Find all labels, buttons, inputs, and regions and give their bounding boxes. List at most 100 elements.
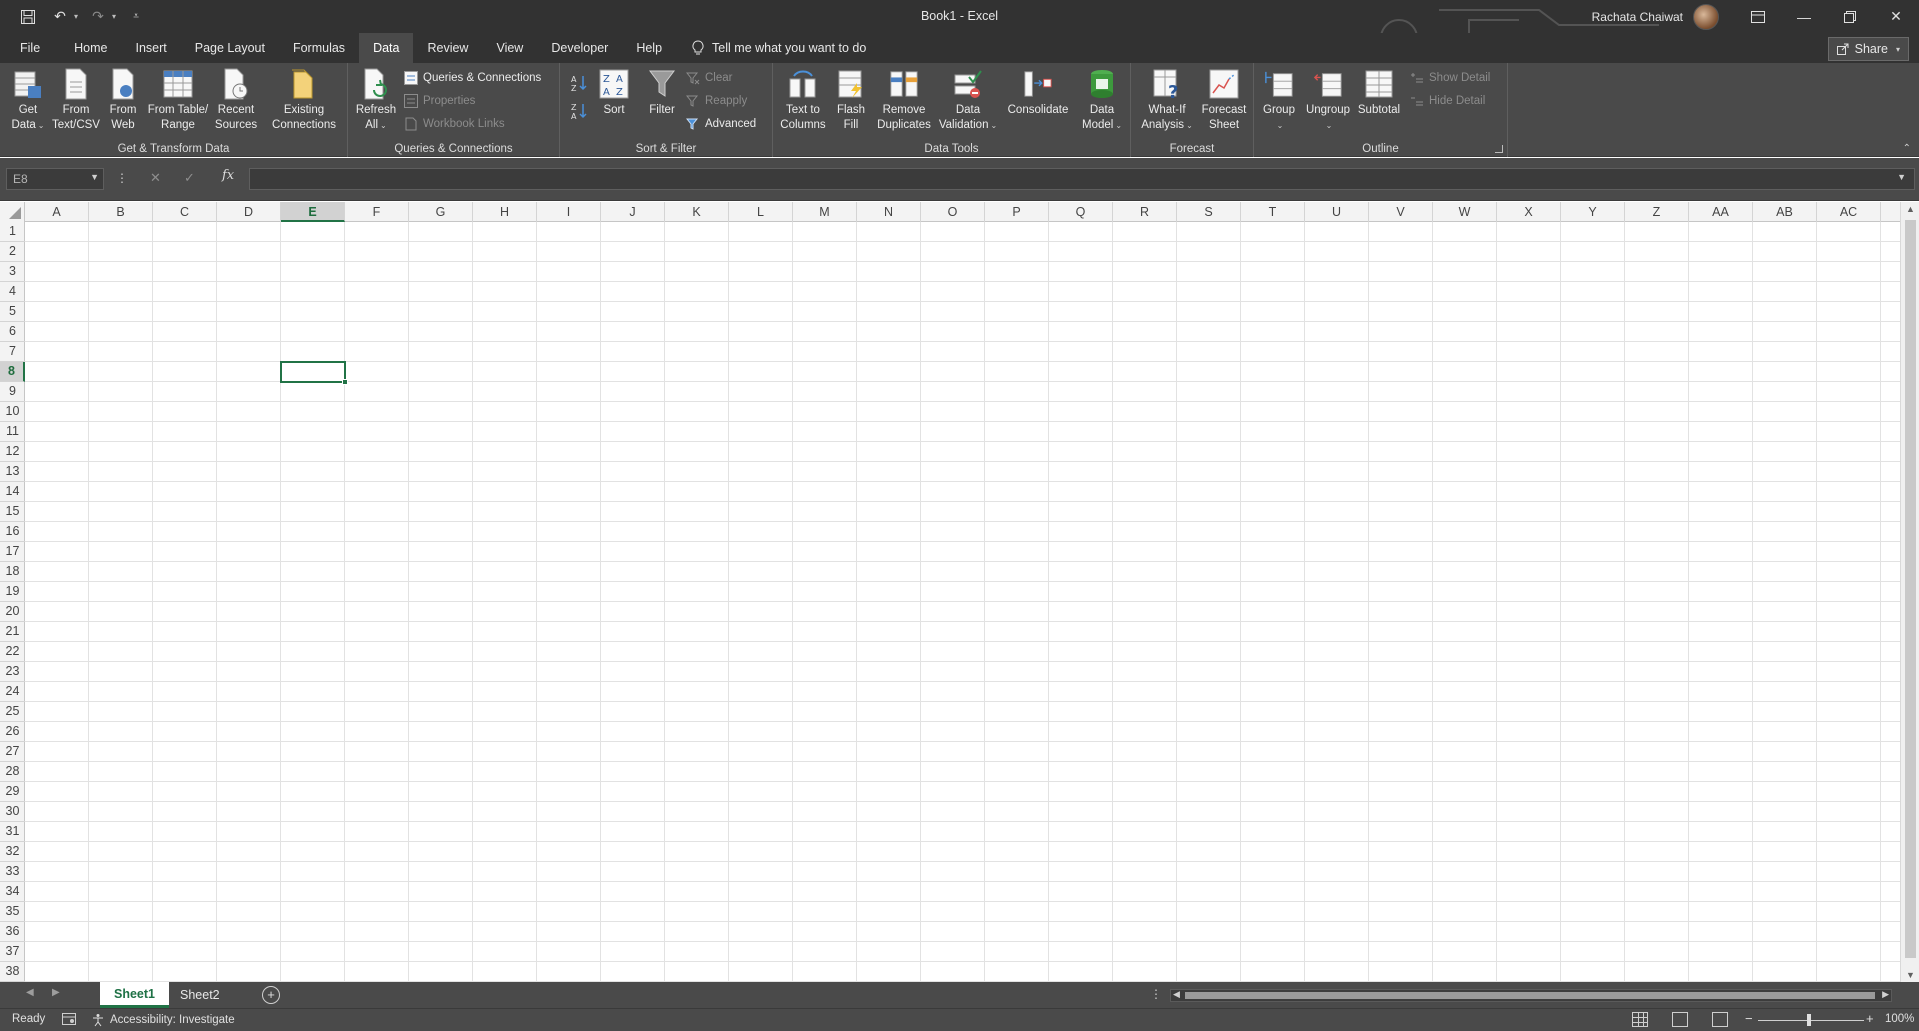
formula-input[interactable]: ▼ <box>249 168 1915 190</box>
row-header[interactable]: 5 <box>0 302 25 322</box>
column-header[interactable]: F <box>345 202 409 222</box>
collapse-ribbon-icon[interactable]: ⌃ <box>1903 143 1911 154</box>
normal-view-icon[interactable] <box>1632 1012 1648 1027</box>
scroll-up-icon[interactable]: ▲ <box>1906 204 1915 214</box>
row-header[interactable]: 1 <box>0 222 25 242</box>
row-header[interactable]: 17 <box>0 542 25 562</box>
text-to-columns-button[interactable]: Text to Columns <box>777 67 829 133</box>
row-header[interactable]: 31 <box>0 822 25 842</box>
redo-icon[interactable]: ↷ <box>86 5 110 29</box>
what-if-analysis-button[interactable]: ? What-If Analysis ⌄ <box>1139 67 1195 133</box>
ribbon-display-options-icon[interactable] <box>1735 0 1781 33</box>
row-header[interactable]: 36 <box>0 922 25 942</box>
tab-review[interactable]: Review <box>413 33 482 63</box>
row-header[interactable]: 12 <box>0 442 25 462</box>
sort-ascending-button[interactable]: AZ <box>570 73 588 93</box>
queries-connections-button[interactable]: Queries & Connections <box>404 68 541 88</box>
redo-dropdown-icon[interactable]: ▾ <box>112 12 116 21</box>
advanced-filter-button[interactable]: Advanced <box>686 114 756 134</box>
expand-formula-bar-icon[interactable]: ▼ <box>1897 172 1906 182</box>
row-header[interactable]: 22 <box>0 642 25 662</box>
from-web-button[interactable]: From Web <box>104 67 142 133</box>
row-header[interactable]: 25 <box>0 702 25 722</box>
column-header[interactable]: V <box>1369 202 1433 222</box>
row-header[interactable]: 23 <box>0 662 25 682</box>
column-header[interactable]: P <box>985 202 1049 222</box>
hide-detail-button[interactable]: Hide Detail <box>1410 91 1485 111</box>
row-header[interactable]: 15 <box>0 502 25 522</box>
zoom-level[interactable]: 100% <box>1885 1013 1914 1025</box>
group-button[interactable]: Group ⌄ <box>1258 67 1300 133</box>
column-header[interactable]: AB <box>1753 202 1817 222</box>
column-header[interactable]: W <box>1433 202 1497 222</box>
get-data-button[interactable]: Get Data ⌄ <box>8 67 48 133</box>
active-cell[interactable] <box>280 361 346 383</box>
from-table-range-button[interactable]: From Table/ Range <box>144 67 212 133</box>
horizontal-scrollbar[interactable]: ◀ ▶ <box>1170 989 1892 1002</box>
row-header[interactable]: 37 <box>0 942 25 962</box>
tab-home[interactable]: Home <box>60 33 121 63</box>
undo-dropdown-icon[interactable]: ▾ <box>74 12 78 21</box>
row-header[interactable]: 11 <box>0 422 25 442</box>
row-header[interactable]: 35 <box>0 902 25 922</box>
column-header[interactable]: C <box>153 202 217 222</box>
share-button[interactable]: Share ▾ <box>1827 37 1909 61</box>
tab-data[interactable]: Data <box>359 33 414 63</box>
consolidate-button[interactable]: Consolidate <box>1003 67 1073 118</box>
row-header[interactable]: 38 <box>0 962 25 982</box>
avatar[interactable] <box>1693 3 1719 30</box>
next-sheet-icon[interactable]: ▶ <box>52 987 60 998</box>
tab-help[interactable]: Help <box>622 33 676 63</box>
row-header[interactable]: 7 <box>0 342 25 362</box>
row-header[interactable]: 29 <box>0 782 25 802</box>
row-header[interactable]: 14 <box>0 482 25 502</box>
column-header[interactable]: Y <box>1561 202 1625 222</box>
clear-filter-button[interactable]: Clear <box>686 68 732 88</box>
row-header[interactable]: 3 <box>0 262 25 282</box>
column-header[interactable]: A <box>25 202 89 222</box>
column-header[interactable]: Z <box>1625 202 1689 222</box>
previous-sheet-icon[interactable]: ◀ <box>26 987 34 998</box>
row-header[interactable]: 13 <box>0 462 25 482</box>
reapply-button[interactable]: Reapply <box>686 91 747 111</box>
row-header[interactable]: 10 <box>0 402 25 422</box>
recent-sources-button[interactable]: Recent Sources <box>212 67 260 133</box>
page-break-preview-icon[interactable] <box>1712 1012 1728 1027</box>
flash-fill-button[interactable]: Flash Fill <box>833 67 869 133</box>
column-header[interactable]: J <box>601 202 665 222</box>
column-header[interactable]: K <box>665 202 729 222</box>
row-header[interactable]: 24 <box>0 682 25 702</box>
user-name[interactable]: Rachata Chaiwat <box>1592 10 1683 24</box>
row-header[interactable]: 4 <box>0 282 25 302</box>
formula-bar-grip-icon[interactable]: ⋮ <box>116 171 128 185</box>
row-header[interactable]: 19 <box>0 582 25 602</box>
tab-developer[interactable]: Developer <box>537 33 622 63</box>
column-header[interactable]: H <box>473 202 537 222</box>
show-detail-button[interactable]: Show Detail <box>1410 68 1490 88</box>
row-header[interactable]: 2 <box>0 242 25 262</box>
vertical-scrollbar[interactable]: ▲ ▼ <box>1900 202 1919 982</box>
scroll-left-icon[interactable]: ◀ <box>1173 989 1180 1000</box>
column-header[interactable]: S <box>1177 202 1241 222</box>
tab-view[interactable]: View <box>482 33 537 63</box>
data-validation-button[interactable]: Data Validation ⌄ <box>937 67 999 133</box>
add-sheet-icon[interactable]: + <box>262 986 280 1004</box>
existing-connections-button[interactable]: Existing Connections <box>268 67 340 133</box>
forecast-sheet-button[interactable]: Forecast Sheet <box>1199 67 1249 133</box>
scroll-down-icon[interactable]: ▼ <box>1906 970 1915 980</box>
remove-duplicates-button[interactable]: Remove Duplicates <box>875 67 933 133</box>
column-header[interactable]: E <box>281 202 345 222</box>
sort-descending-button[interactable]: ZA <box>570 101 588 121</box>
column-header[interactable]: G <box>409 202 473 222</box>
column-header[interactable]: R <box>1113 202 1177 222</box>
column-header[interactable]: B <box>89 202 153 222</box>
page-layout-view-icon[interactable] <box>1672 1012 1688 1027</box>
outline-dialog-launcher-icon[interactable] <box>1495 145 1503 153</box>
fill-handle[interactable] <box>342 379 348 385</box>
ungroup-button[interactable]: Ungroup ⌄ <box>1304 67 1352 133</box>
column-header[interactable]: X <box>1497 202 1561 222</box>
subtotal-button[interactable]: Subtotal <box>1354 67 1404 118</box>
row-header[interactable]: 27 <box>0 742 25 762</box>
data-model-button[interactable]: Data Model ⌄ <box>1079 67 1125 133</box>
insert-function-icon[interactable]: fx <box>222 168 234 183</box>
